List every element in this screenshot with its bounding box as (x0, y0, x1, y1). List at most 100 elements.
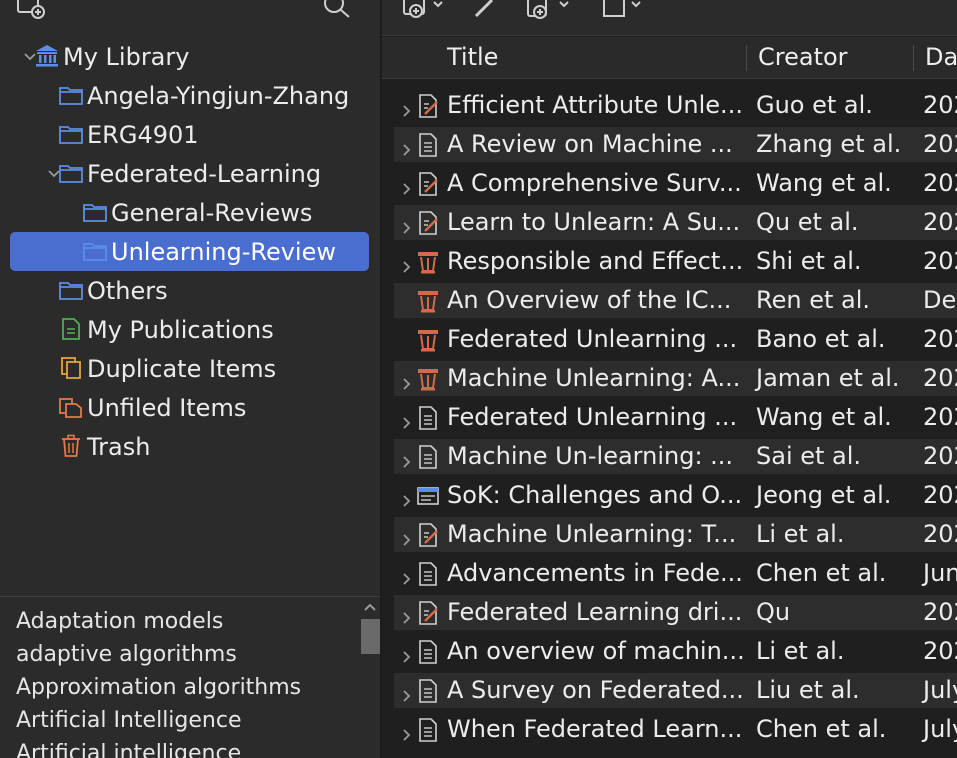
item-title: SoK: Challenges and O... (447, 481, 743, 509)
note-menu-button[interactable] (600, 0, 648, 22)
item-row[interactable]: An overview of machin... Li et al. 202 (394, 634, 957, 669)
conference-paper-icon (416, 288, 440, 314)
item-creator: Li et al. (756, 520, 845, 548)
item-row[interactable]: Federated Unlearning ... Wang et al. 202 (394, 400, 957, 435)
item-creator: Qu (756, 598, 791, 626)
item-date: 202 (923, 637, 957, 665)
item-title: An overview of machin... (447, 637, 745, 665)
item-creator: Bano et al. (756, 325, 886, 353)
chevron-right-icon[interactable] (398, 604, 414, 624)
item-row[interactable]: A Survey on Federated... Liu et al. July (394, 673, 957, 708)
collection-label: ERG4901 (87, 120, 199, 149)
item-row[interactable]: Advancements in Fede... Chen et al. Jun (394, 556, 957, 591)
item-row[interactable]: Machine Un-learning: ... Sai et al. 202 (394, 439, 957, 474)
tag-scrollbar-thumb[interactable] (361, 619, 380, 654)
magic-wand-icon[interactable] (470, 0, 504, 22)
item-row[interactable]: Learn to Unlearn: A Su... Qu et al. 202 (394, 205, 957, 240)
collection-item[interactable]: General-Reviews (10, 193, 369, 232)
collection-item[interactable]: Trash (10, 427, 369, 466)
tag-item[interactable]: Artificial intelligence (16, 741, 241, 758)
item-date: 202 (923, 169, 957, 197)
item-date: 202 (923, 598, 957, 626)
item-row[interactable]: Federated Learning dri... Qu 202 (394, 595, 957, 630)
new-collection-icon[interactable] (16, 0, 46, 24)
item-creator: Chen et al. (756, 559, 887, 587)
item-creator: Sai et al. (756, 442, 862, 470)
collection-item[interactable]: Angela-Yingjun-Zhang (10, 76, 369, 115)
tag-item[interactable]: Adaptation models (16, 609, 223, 634)
folder-icon (58, 122, 84, 146)
item-date: July (923, 715, 957, 743)
chevron-right-icon[interactable] (398, 526, 414, 546)
new-item-button[interactable] (402, 0, 452, 22)
chevron-right-icon[interactable] (398, 682, 414, 702)
item-date: 202 (923, 247, 957, 275)
preprint-icon (416, 210, 440, 236)
unfiled-icon (58, 395, 84, 419)
collection-item[interactable]: Unlearning-Review (10, 232, 369, 271)
chevron-right-icon[interactable] (398, 487, 414, 507)
chevron-right-icon[interactable] (398, 175, 414, 195)
item-creator: Jeong et al. (756, 481, 892, 509)
chevron-right-icon[interactable] (398, 214, 414, 234)
collection-item[interactable]: Federated-Learning (10, 154, 369, 193)
collection-item[interactable]: My Library (10, 37, 369, 76)
item-row[interactable]: Machine Unlearning: A... Jaman et al. 202 (394, 361, 957, 396)
item-row[interactable]: When Federated Learn... Chen et al. July (394, 712, 957, 747)
chevron-right-icon[interactable] (398, 721, 414, 741)
tag-item[interactable]: adaptive algorithms (16, 642, 237, 667)
item-date: Dec (923, 286, 957, 314)
item-row[interactable]: A Review on Machine ... Zhang et al. 202 (394, 127, 957, 162)
folder-icon (58, 83, 84, 107)
item-date: 202 (923, 481, 957, 509)
chevron-right-icon[interactable] (398, 97, 414, 117)
collection-item[interactable]: Unfiled Items (10, 388, 369, 427)
chevron-right-icon[interactable] (398, 448, 414, 468)
item-row[interactable]: An Overview of the IC... Ren et al. Dec (394, 283, 957, 318)
chevron-right-icon[interactable] (398, 643, 414, 663)
conference-paper-icon (416, 366, 440, 392)
column-date[interactable]: Da (925, 43, 957, 71)
chevron-right-icon[interactable] (398, 370, 414, 390)
item-row[interactable]: A Comprehensive Surv... Wang et al. 202 (394, 166, 957, 201)
tag-item[interactable]: Approximation algorithms (16, 675, 301, 700)
tag-item[interactable]: Artificial Intelligence (16, 708, 242, 733)
document-icon (416, 405, 440, 431)
preprint-icon (416, 171, 440, 197)
item-title: Machine Unlearning: T... (447, 520, 737, 548)
column-separator[interactable] (913, 45, 914, 71)
collection-label: Unfiled Items (87, 393, 247, 422)
item-row[interactable]: Machine Unlearning: T... Li et al. 202 (394, 517, 957, 552)
column-separator[interactable] (746, 45, 747, 71)
collection-item[interactable]: ERG4901 (10, 115, 369, 154)
collection-item[interactable]: My Publications (10, 310, 369, 349)
item-creator: Ren et al. (756, 286, 871, 314)
item-title: Advancements in Fede... (447, 559, 743, 587)
item-creator: Liu et al. (756, 676, 860, 704)
column-creator[interactable]: Creator (758, 43, 848, 71)
chevron-right-icon[interactable] (398, 253, 414, 273)
item-title: An Overview of the IC... (447, 286, 732, 314)
search-icon[interactable] (322, 0, 352, 24)
new-note-button[interactable] (524, 0, 576, 22)
item-row[interactable]: Responsible and Effect... Shi et al. 202 (394, 244, 957, 279)
collection-label: Trash (87, 432, 151, 461)
chevron-right-icon[interactable] (398, 565, 414, 585)
publications-icon (58, 317, 84, 341)
item-row[interactable]: SoK: Challenges and O... Jeong et al. 202 (394, 478, 957, 513)
column-title[interactable]: Title (447, 43, 498, 71)
scroll-up-icon[interactable] (362, 599, 378, 613)
item-creator: Zhang et al. (756, 130, 902, 158)
item-row[interactable]: Federated Unlearning ... Bano et al. 202 (394, 322, 957, 357)
document-icon (416, 444, 440, 470)
conference-paper-icon (416, 249, 440, 275)
chevron-right-icon[interactable] (398, 136, 414, 156)
collection-item[interactable]: Others (10, 271, 369, 310)
document-icon (416, 639, 440, 665)
collection-label: My Publications (87, 315, 274, 344)
collection-item[interactable]: Duplicate Items (10, 349, 369, 388)
collection-label: General-Reviews (111, 198, 313, 227)
chevron-right-icon[interactable] (398, 409, 414, 429)
folder-icon (82, 239, 108, 263)
item-row[interactable]: Efficient Attribute Unle... Guo et al. 202 (394, 88, 957, 123)
